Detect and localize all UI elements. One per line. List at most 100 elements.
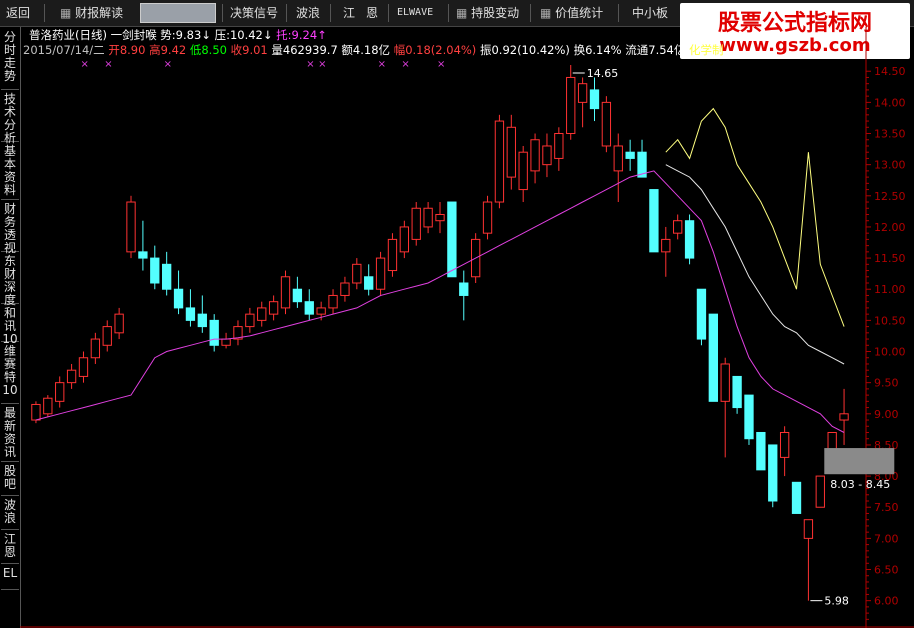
candle-down (744, 394, 754, 440)
back-button[interactable]: 返回 (6, 3, 30, 23)
value-stats-button[interactable]: ▦ 价值统计 (540, 3, 603, 23)
candle-down (304, 301, 314, 315)
side-tab-4[interactable]: 东财深度 (1, 255, 19, 307)
low-value: 8.50 (201, 43, 227, 57)
side-tab-8[interactable]: 股吧 (1, 465, 19, 496)
shi-label: 势: (160, 28, 176, 42)
ma-yellow-line (665, 107, 845, 327)
smallcap-button[interactable]: 中小板 (632, 3, 668, 23)
report-button[interactable]: ▦ 财报解读 (60, 3, 123, 23)
candle-up (114, 313, 124, 334)
wave-button[interactable]: 波浪 (296, 3, 320, 23)
amplitude-label: 振 (479, 43, 492, 57)
side-tab-5[interactable]: 和讯10 (1, 307, 19, 346)
en-button[interactable]: 恩 (366, 3, 378, 23)
candle-up (245, 313, 255, 328)
side-tab-bar: 分时走势技术分析 基本资料财务透视 东财深度 和讯10 维赛特10 最新资讯股吧 波浪 江恩 E… (0, 27, 21, 628)
side-tab-9[interactable]: 波浪 (1, 499, 19, 530)
side-tab-1[interactable]: 技术分析 (1, 93, 19, 145)
y-tick-label: 12.50 (874, 190, 906, 203)
candle-down (447, 201, 457, 278)
report-label: 财报解读 (75, 6, 124, 20)
signal-marker: × (437, 59, 445, 70)
candle-up (280, 276, 291, 309)
toolbar-divider (448, 4, 449, 22)
candle-down (756, 431, 766, 471)
change-value: 0.18(2.04%) (405, 43, 477, 57)
turnover-value: 6.14% (585, 43, 622, 57)
candle-up (340, 282, 350, 296)
y-tick-label: 14.00 (874, 96, 906, 109)
side-tab-10[interactable]: 江恩 (1, 533, 19, 564)
candle-up (435, 213, 445, 222)
y-tick-label: 7.00 (874, 532, 899, 545)
indicator-name: 一剑封喉 (110, 28, 157, 42)
y-tick-label: 13.00 (874, 159, 906, 172)
candle-down (150, 257, 160, 284)
candle-up (577, 83, 588, 103)
candle-up (494, 120, 505, 203)
candle-up (423, 207, 433, 228)
candle-up (387, 238, 398, 272)
candle-down (197, 313, 207, 328)
elwave-button[interactable]: ELWAVE (397, 3, 433, 23)
y-tick-label: 10.50 (874, 314, 906, 327)
turnover-label: 换 (573, 43, 586, 57)
candle-down (292, 288, 303, 303)
candle-up (482, 201, 493, 234)
candle-up (78, 357, 89, 377)
holding-change-button[interactable]: ▦ 持股变动 (456, 3, 519, 23)
candle-up (779, 431, 790, 458)
candle-up (399, 226, 410, 253)
candle-down (696, 288, 707, 340)
y-tick-label: 6.00 (874, 595, 899, 608)
candle-up (566, 76, 576, 135)
toolbar-divider (44, 4, 45, 22)
report-icon: ▦ (60, 6, 76, 20)
candle-up (90, 338, 101, 359)
amplitude-value: 0.92(10.42%) (491, 43, 570, 57)
tuo-value: 9.24↑ (291, 28, 327, 42)
side-tab-11[interactable]: EL (1, 567, 19, 590)
y-tick-label: 13.50 (874, 128, 906, 141)
candle-up (530, 139, 540, 172)
y-tick-label: 12.00 (874, 221, 906, 234)
candle-down (162, 263, 172, 290)
value-icon: ▦ (540, 6, 556, 20)
side-tab-2[interactable]: 基本资料 (1, 145, 19, 200)
signal-marker: × (306, 59, 314, 70)
low-marker-label: 5.98 (824, 595, 849, 608)
candle-up (613, 145, 623, 172)
kline-chart[interactable]: 14.50 14.00 13.50 13.00 12.50 12.00 11.50 11.00… (20, 27, 914, 628)
candle-up (268, 301, 279, 315)
stock-code-field[interactable] (140, 3, 216, 23)
side-tab-6[interactable]: 维赛特10 (1, 345, 19, 404)
float-label: 流通 (625, 43, 649, 57)
indicator-header: 普洛药业(日线) 一剑封喉 势:9.83↓ 压:10.42↓ 托:9.24↑ (29, 27, 327, 43)
change-label: 幅 (393, 43, 406, 57)
signal-marker: × (401, 59, 409, 70)
candle-up (554, 133, 564, 159)
signal-marker: × (104, 59, 112, 70)
volume-label: 量 (271, 43, 283, 57)
toolbar-divider (530, 4, 531, 22)
candle-up (518, 151, 528, 191)
candle-up (352, 263, 362, 284)
amount-value: 4.18亿 (352, 43, 391, 57)
decision-signal-button[interactable]: 决策信号 (230, 3, 278, 23)
candle-down (649, 189, 659, 253)
candle-down (209, 319, 219, 346)
low-label: 低 (189, 43, 202, 57)
candle-down (589, 89, 600, 110)
high-value: 9.42 (160, 43, 187, 57)
side-tab-3[interactable]: 财务透视 (1, 203, 19, 255)
jiang-button[interactable]: 江 (343, 3, 355, 23)
y-tick-label: 9.00 (874, 408, 899, 421)
side-tab-0[interactable]: 分时走势 (1, 31, 19, 90)
holding-label: 持股变动 (471, 6, 520, 20)
quote-date: 2015/07/14/二 (23, 43, 105, 57)
stock-title: 普洛药业(日线) (29, 28, 107, 42)
side-tab-7[interactable]: 最新资讯 (1, 407, 19, 462)
candle-down (173, 288, 184, 309)
toolbar-divider (286, 4, 287, 22)
